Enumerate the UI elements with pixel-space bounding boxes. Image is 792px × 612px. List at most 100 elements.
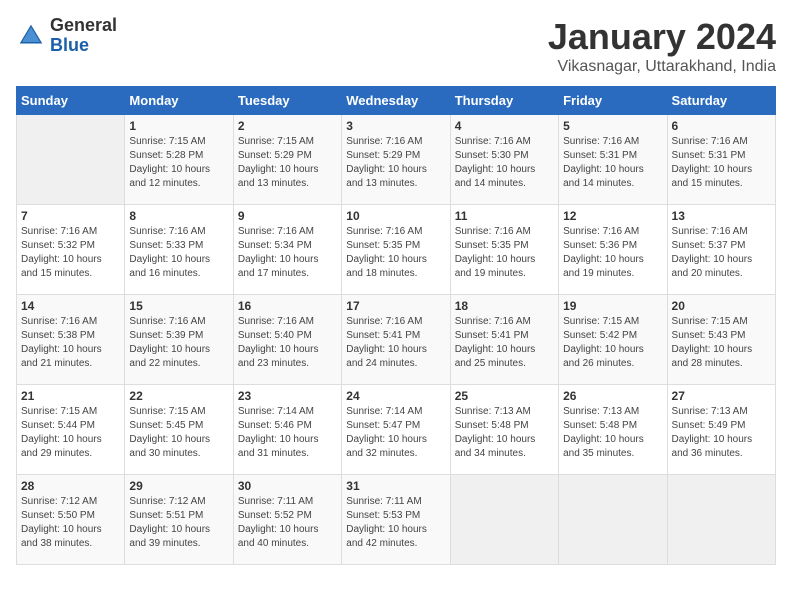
calendar-cell: 28 Sunrise: 7:12 AM Sunset: 5:50 PM Dayli… [17,475,125,565]
calendar-cell: 21 Sunrise: 7:15 AM Sunset: 5:44 PM Dayli… [17,385,125,475]
day-info: Sunrise: 7:12 AM Sunset: 5:51 PM Dayligh… [129,495,228,551]
day-number: 20 [672,299,771,313]
day-number: 4 [455,119,554,133]
day-info: Sunrise: 7:13 AM Sunset: 5:48 PM Dayligh… [455,405,554,461]
day-number: 28 [21,479,120,493]
header-friday: Friday [559,87,667,115]
day-number: 26 [563,389,662,403]
calendar-cell: 27Sunrise: 7:13 AM Sunset: 5:49 PM Dayli… [667,385,775,475]
calendar-cell [17,115,125,205]
header-sunday: Sunday [17,87,125,115]
day-info: Sunrise: 7:16 AM Sunset: 5:40 PM Dayligh… [238,315,337,371]
calendar-cell: 13Sunrise: 7:16 AM Sunset: 5:37 PM Dayli… [667,205,775,295]
day-info: Sunrise: 7:16 AM Sunset: 5:33 PM Dayligh… [129,225,228,281]
day-info: Sunrise: 7:16 AM Sunset: 5:30 PM Dayligh… [455,135,554,191]
week-row-3: 21 Sunrise: 7:15 AM Sunset: 5:44 PM Dayli… [17,385,776,475]
day-number: 24 [346,389,445,403]
day-number: 19 [563,299,662,313]
day-number: 22 [129,389,228,403]
calendar-cell: 5 Sunrise: 7:16 AM Sunset: 5:31 PM Daylig… [559,115,667,205]
calendar-cell: 31 Sunrise: 7:11 AM Sunset: 5:53 PM Dayli… [342,475,450,565]
day-info: Sunrise: 7:16 AM Sunset: 5:38 PM Dayligh… [21,315,120,371]
logo: General Blue [16,16,117,56]
day-info: Sunrise: 7:14 AM Sunset: 5:47 PM Dayligh… [346,405,445,461]
header-tuesday: Tuesday [233,87,341,115]
calendar-cell: 6 Sunrise: 7:16 AM Sunset: 5:31 PM Daylig… [667,115,775,205]
calendar-cell: 19 Sunrise: 7:15 AM Sunset: 5:42 PM Dayli… [559,295,667,385]
day-info: Sunrise: 7:16 AM Sunset: 5:31 PM Dayligh… [563,135,662,191]
day-number: 1 [129,119,228,133]
day-number: 9 [238,209,337,223]
header-saturday: Saturday [667,87,775,115]
week-row-0: 1 Sunrise: 7:15 AM Sunset: 5:28 PM Daylig… [17,115,776,205]
subtitle: Vikasnagar, Uttarakhand, India [548,58,776,76]
calendar-cell [450,475,558,565]
day-info: Sunrise: 7:13 AM Sunset: 5:49 PM Dayligh… [672,405,771,461]
day-number: 25 [455,389,554,403]
calendar-cell: 23Sunrise: 7:14 AM Sunset: 5:46 PM Dayli… [233,385,341,475]
calendar-cell: 15Sunrise: 7:16 AM Sunset: 5:39 PM Dayli… [125,295,233,385]
day-info: Sunrise: 7:16 AM Sunset: 5:39 PM Dayligh… [129,315,228,371]
week-row-1: 7 Sunrise: 7:16 AM Sunset: 5:32 PM Daylig… [17,205,776,295]
day-number: 6 [672,119,771,133]
day-number: 8 [129,209,228,223]
calendar-cell: 3 Sunrise: 7:16 AM Sunset: 5:29 PM Daylig… [342,115,450,205]
day-info: Sunrise: 7:16 AM Sunset: 5:31 PM Dayligh… [672,135,771,191]
day-number: 10 [346,209,445,223]
day-info: Sunrise: 7:15 AM Sunset: 5:44 PM Dayligh… [21,405,120,461]
day-info: Sunrise: 7:14 AM Sunset: 5:46 PM Dayligh… [238,405,337,461]
calendar-cell: 1 Sunrise: 7:15 AM Sunset: 5:28 PM Daylig… [125,115,233,205]
day-info: Sunrise: 7:15 AM Sunset: 5:29 PM Dayligh… [238,135,337,191]
day-number: 31 [346,479,445,493]
calendar-cell: 17Sunrise: 7:16 AM Sunset: 5:41 PM Dayli… [342,295,450,385]
day-info: Sunrise: 7:16 AM Sunset: 5:29 PM Dayligh… [346,135,445,191]
header-thursday: Thursday [450,87,558,115]
logo-general: General [50,16,117,36]
calendar-cell: 22 Sunrise: 7:15 AM Sunset: 5:45 PM Dayli… [125,385,233,475]
day-info: Sunrise: 7:16 AM Sunset: 5:41 PM Dayligh… [455,315,554,371]
day-info: Sunrise: 7:15 AM Sunset: 5:45 PM Dayligh… [129,405,228,461]
calendar-cell: 9 Sunrise: 7:16 AM Sunset: 5:34 PM Daylig… [233,205,341,295]
day-info: Sunrise: 7:16 AM Sunset: 5:41 PM Dayligh… [346,315,445,371]
day-number: 12 [563,209,662,223]
day-info: Sunrise: 7:11 AM Sunset: 5:52 PM Dayligh… [238,495,337,551]
page-header: General Blue January 2024 Vikasnagar, Ut… [16,16,776,76]
calendar-cell: 16Sunrise: 7:16 AM Sunset: 5:40 PM Dayli… [233,295,341,385]
day-info: Sunrise: 7:13 AM Sunset: 5:48 PM Dayligh… [563,405,662,461]
calendar-cell: 10 Sunrise: 7:16 AM Sunset: 5:35 PM Dayli… [342,205,450,295]
day-number: 13 [672,209,771,223]
main-title: January 2024 [548,16,776,58]
day-number: 11 [455,209,554,223]
day-number: 5 [563,119,662,133]
day-info: Sunrise: 7:15 AM Sunset: 5:28 PM Dayligh… [129,135,228,191]
calendar-cell [667,475,775,565]
day-number: 2 [238,119,337,133]
day-number: 7 [21,209,120,223]
logo-text: General Blue [50,16,117,56]
day-number: 14 [21,299,120,313]
day-info: Sunrise: 7:16 AM Sunset: 5:35 PM Dayligh… [346,225,445,281]
calendar-cell: 8 Sunrise: 7:16 AM Sunset: 5:33 PM Daylig… [125,205,233,295]
calendar-cell: 29Sunrise: 7:12 AM Sunset: 5:51 PM Dayli… [125,475,233,565]
week-row-4: 28 Sunrise: 7:12 AM Sunset: 5:50 PM Dayli… [17,475,776,565]
calendar-cell: 12 Sunrise: 7:16 AM Sunset: 5:36 PM Dayli… [559,205,667,295]
day-number: 30 [238,479,337,493]
header-row: SundayMondayTuesdayWednesdayThursdayFrid… [17,87,776,115]
day-info: Sunrise: 7:15 AM Sunset: 5:43 PM Dayligh… [672,315,771,371]
calendar-cell: 2 Sunrise: 7:15 AM Sunset: 5:29 PM Daylig… [233,115,341,205]
calendar-body: 1 Sunrise: 7:15 AM Sunset: 5:28 PM Daylig… [17,115,776,565]
day-info: Sunrise: 7:11 AM Sunset: 5:53 PM Dayligh… [346,495,445,551]
day-info: Sunrise: 7:15 AM Sunset: 5:42 PM Dayligh… [563,315,662,371]
day-info: Sunrise: 7:16 AM Sunset: 5:36 PM Dayligh… [563,225,662,281]
day-number: 21 [21,389,120,403]
calendar-cell [559,475,667,565]
logo-blue: Blue [50,36,117,56]
day-info: Sunrise: 7:16 AM Sunset: 5:34 PM Dayligh… [238,225,337,281]
day-number: 3 [346,119,445,133]
day-info: Sunrise: 7:12 AM Sunset: 5:50 PM Dayligh… [21,495,120,551]
calendar-cell: 11Sunrise: 7:16 AM Sunset: 5:35 PM Dayli… [450,205,558,295]
calendar-cell: 20 Sunrise: 7:15 AM Sunset: 5:43 PM Dayli… [667,295,775,385]
day-info: Sunrise: 7:16 AM Sunset: 5:32 PM Dayligh… [21,225,120,281]
logo-icon [16,21,46,51]
day-number: 18 [455,299,554,313]
